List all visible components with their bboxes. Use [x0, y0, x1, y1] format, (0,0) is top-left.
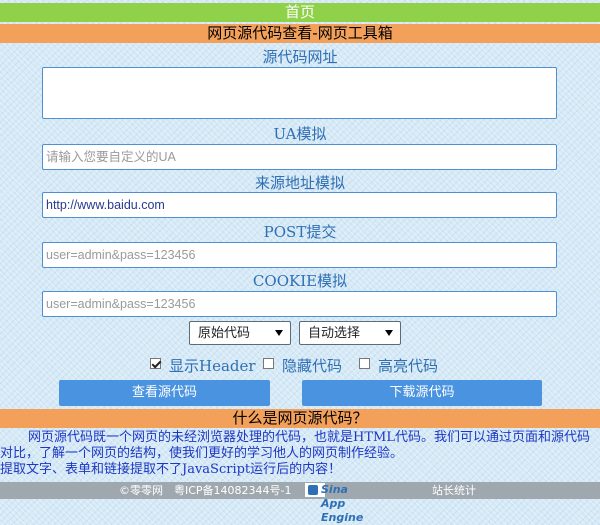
page-title: 网页源代码查看-网页工具箱: [0, 24, 600, 43]
sae-badge[interactable]: Sina App Engine: [305, 483, 363, 524]
url-label: 源代码网址: [262, 48, 338, 66]
cookie-input[interactable]: user=admin&pass=123456: [42, 291, 557, 317]
post-label: POST提交: [263, 223, 337, 241]
copyright-link[interactable]: ©零零网: [119, 482, 163, 499]
source-mode-value: 原始代码: [198, 325, 251, 340]
highlight-code-checkbox[interactable]: [359, 358, 370, 369]
footer: ©零零网 粤ICP备14082344号-1 Sina App Engine 站长…: [0, 482, 600, 524]
hide-code-option[interactable]: 隐藏代码: [263, 355, 342, 376]
show-header-checkbox[interactable]: [150, 358, 161, 369]
chevron-down-icon: [385, 330, 393, 336]
about-note: 提取文字、表单和链接提取不了JavaScript运行后的内容！: [0, 462, 342, 477]
stats-link[interactable]: 站长统计: [432, 482, 476, 499]
sae-logo-icon: [308, 485, 318, 495]
ua-label: UA模拟: [273, 125, 327, 143]
ua-input[interactable]: 请输入您要自定义的UA: [42, 144, 557, 170]
sae-badge-label: Sina App Engine: [321, 483, 364, 524]
charset-value: 自动选择: [308, 325, 361, 340]
post-input[interactable]: user=admin&pass=123456: [42, 242, 557, 268]
highlight-code-label: 高亮代码: [378, 357, 439, 375]
source-mode-select[interactable]: 原始代码: [189, 321, 291, 345]
download-source-button[interactable]: 下载源代码: [302, 380, 542, 406]
about-description: 网页源代码既一个网页的未经浏览器处理的代码，也就是HTML代码。我们可以通过页面…: [0, 430, 600, 478]
referer-input[interactable]: http://www.baidu.com: [42, 192, 557, 218]
cookie-label: COOKIE模拟: [252, 272, 348, 290]
chevron-down-icon: [275, 330, 283, 336]
show-header-label: 显示Header: [169, 357, 256, 375]
referer-label: 来源地址模拟: [254, 174, 345, 192]
about-section-title: 什么是网页源代码？: [0, 409, 600, 428]
view-source-button[interactable]: 查看源代码: [59, 380, 270, 406]
show-header-option[interactable]: 显示Header: [150, 355, 256, 376]
hide-code-label: 隐藏代码: [282, 357, 343, 375]
charset-select[interactable]: 自动选择: [299, 321, 401, 345]
icp-link[interactable]: 粤ICP备14082344号-1: [174, 482, 292, 499]
home-nav-link[interactable]: 首页: [0, 3, 600, 22]
highlight-code-option[interactable]: 高亮代码: [359, 355, 438, 376]
about-paragraph: 网页源代码既一个网页的未经浏览器处理的代码，也就是HTML代码。我们可以通过页面…: [0, 430, 590, 461]
url-input[interactable]: [42, 67, 557, 119]
hide-code-checkbox[interactable]: [263, 358, 274, 369]
